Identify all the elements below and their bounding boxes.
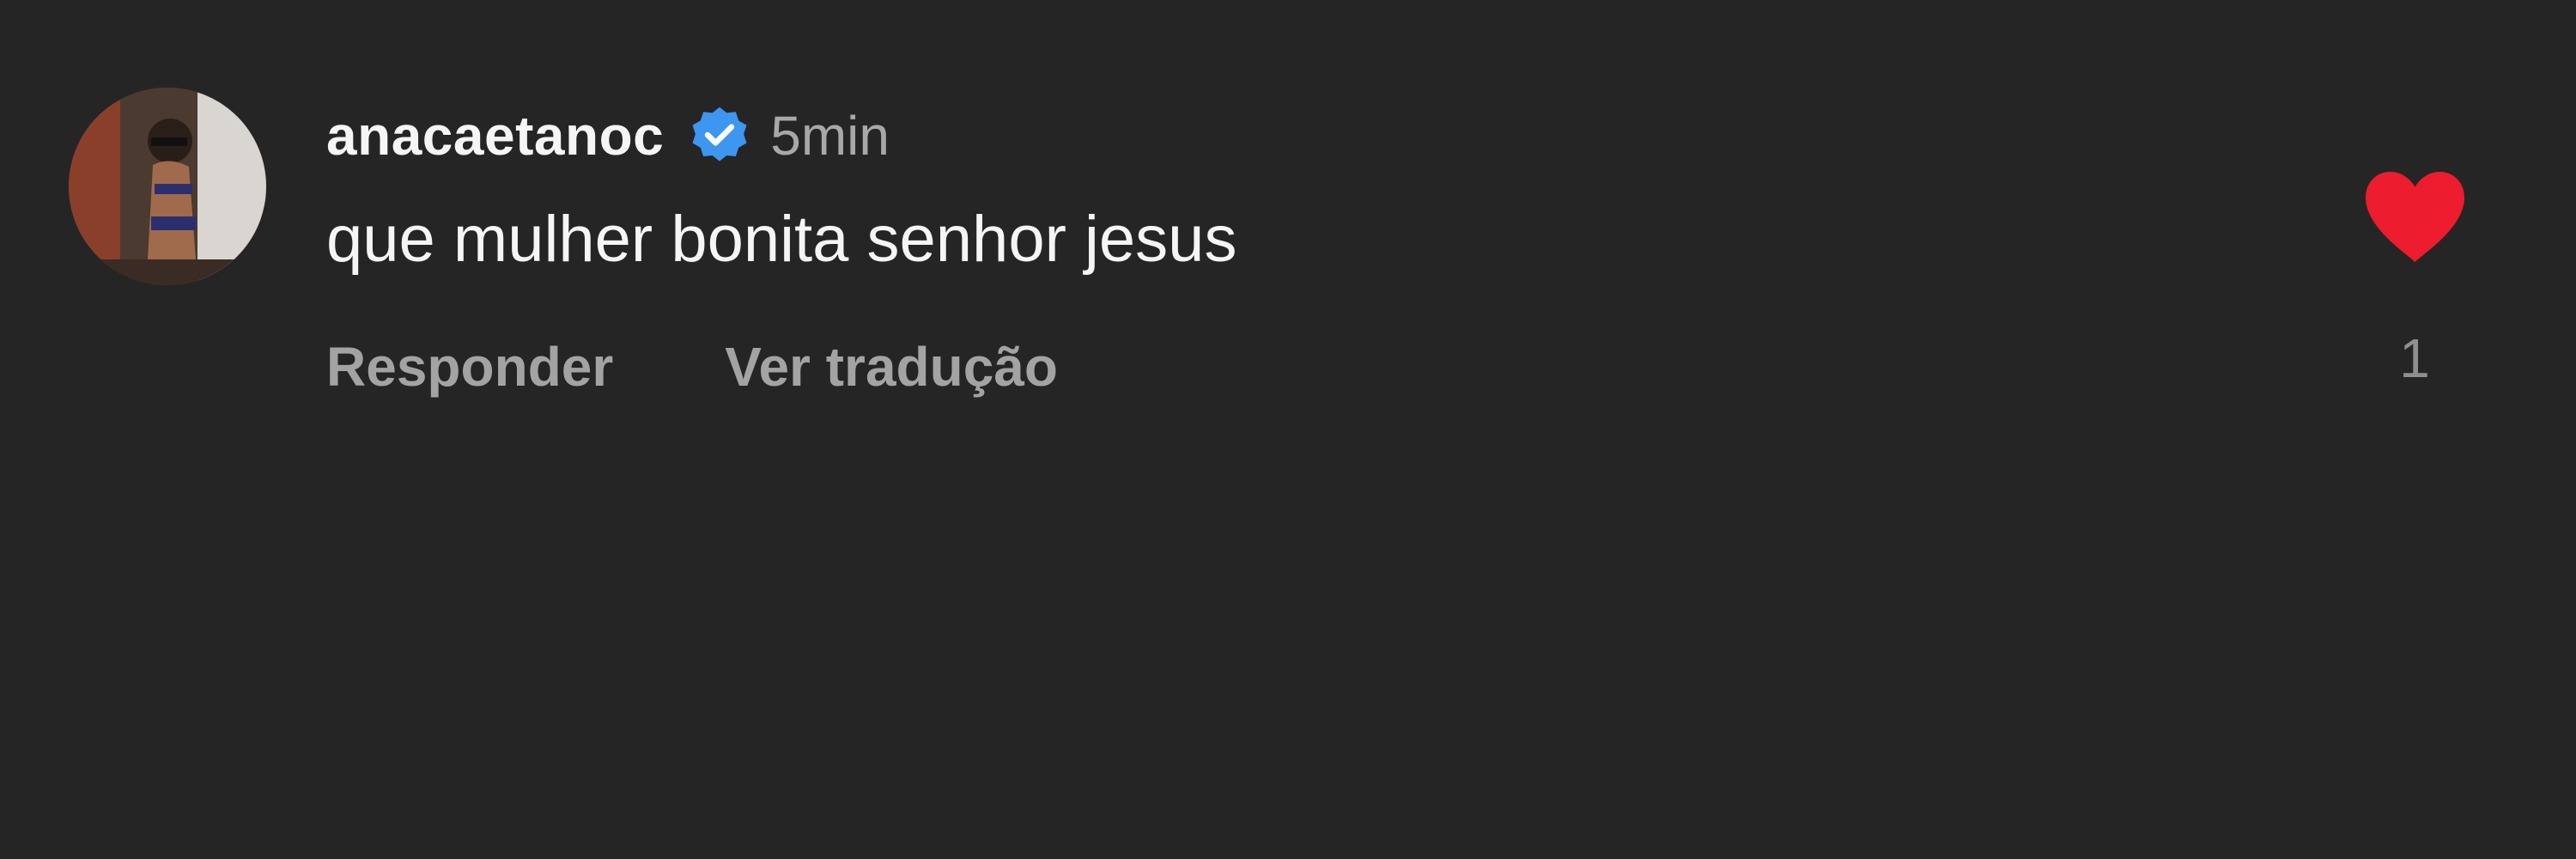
comment-timestamp: 5min — [770, 105, 890, 167]
comment-text: que mulher bonita senhor jesus — [326, 203, 1237, 276]
username-link[interactable]: anacaetanoc — [326, 104, 664, 168]
avatar-photo — [69, 88, 266, 285]
like-count: 1 — [2399, 327, 2430, 389]
translate-button[interactable]: Ver tradução — [725, 335, 1058, 399]
comment-header: anacaetanoc 5min — [326, 101, 890, 170]
reply-button[interactable]: Responder — [326, 335, 613, 399]
avatar[interactable] — [69, 88, 266, 285]
comment-actions: Responder Ver tradução — [326, 335, 1058, 399]
comment-item: anacaetanoc 5min que mulher bonita senho… — [0, 0, 2576, 859]
verified-badge-icon — [692, 107, 747, 161]
heart-icon — [2366, 172, 2464, 262]
like-button[interactable] — [2361, 168, 2469, 266]
